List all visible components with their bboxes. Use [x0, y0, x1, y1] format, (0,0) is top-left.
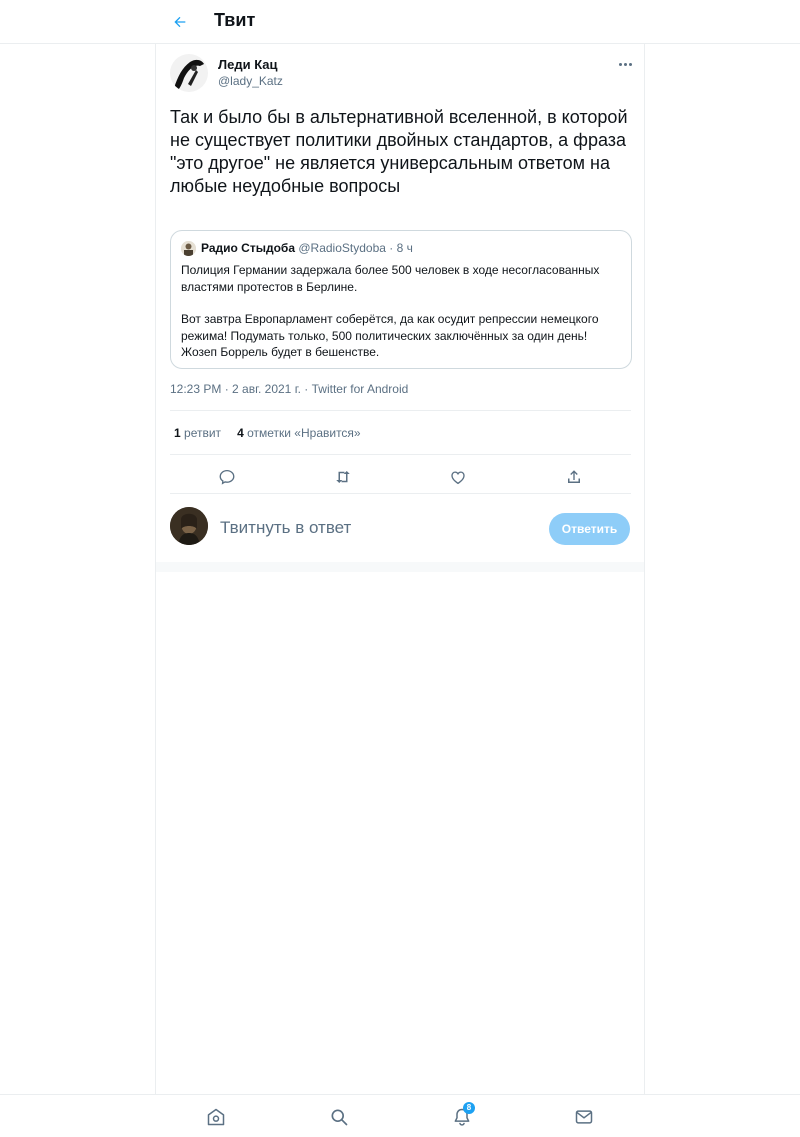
reply-input[interactable] — [220, 514, 520, 542]
divider — [170, 410, 631, 411]
tweet-actions — [170, 460, 631, 494]
reply-composer: Ответить — [156, 494, 644, 562]
back-arrow-icon — [174, 16, 186, 28]
quote-text: Полиция Германии задержала более 500 чел… — [181, 262, 621, 361]
notifications-icon[interactable]: 8 — [449, 1102, 475, 1130]
tweet-text: Так и было бы в альтернативной вселенной… — [170, 107, 628, 196]
tweet-timestamp[interactable]: 12:23 PM · 2 авг. 2021 г. · Twitter for … — [170, 382, 408, 396]
quote-paragraph: Вот завтра Европарламент соберётся, да к… — [181, 312, 599, 359]
notifications-badge: 8 — [463, 1102, 475, 1114]
divider — [170, 454, 631, 455]
retweets-stat[interactable]: 1 ретвит — [174, 426, 221, 440]
top-bar: Твит — [0, 0, 800, 44]
quote-paragraph: Полиция Германии задержала более 500 чел… — [181, 263, 600, 294]
quote-header: Радио Стыдоба @RadioStydoba · 8 ч — [201, 241, 413, 255]
tweet-column: Леди Кац @lady_Katz Так и было бы в альт… — [155, 44, 645, 1094]
author-name[interactable]: Леди Кац — [218, 57, 278, 72]
home-icon[interactable] — [203, 1104, 229, 1130]
back-button[interactable] — [166, 8, 194, 36]
search-icon[interactable] — [326, 1104, 352, 1130]
more-options-icon[interactable] — [614, 56, 636, 72]
reply-button[interactable]: Ответить — [549, 513, 630, 545]
quoted-tweet[interactable]: Радио Стыдоба @RadioStydoba · 8 ч Полици… — [170, 230, 632, 369]
quote-author-handle: @RadioStydoba — [298, 241, 386, 255]
bottom-navigation: 8 — [0, 1094, 800, 1137]
author-handle[interactable]: @lady_Katz — [218, 74, 283, 88]
messages-icon[interactable] — [571, 1104, 597, 1130]
like-icon[interactable] — [445, 464, 471, 490]
tweet-stats: 1 ретвит 4 отметки «Нравится» — [174, 426, 361, 440]
quote-time: · 8 ч — [389, 241, 413, 255]
quote-author-name: Радио Стыдоба — [201, 241, 296, 255]
retweet-icon[interactable] — [330, 464, 356, 490]
page-title: Твит — [214, 10, 256, 30]
likes-count: 4 — [237, 426, 244, 440]
likes-stat[interactable]: 4 отметки «Нравится» — [237, 426, 361, 440]
author-avatar[interactable] — [170, 54, 208, 92]
user-avatar[interactable] — [170, 507, 208, 545]
share-icon[interactable] — [561, 464, 587, 490]
section-separator — [156, 562, 644, 572]
likes-label: отметки «Нравится» — [247, 426, 361, 440]
quote-avatar — [181, 241, 196, 256]
retweets-count: 1 — [174, 426, 181, 440]
reply-icon[interactable] — [214, 464, 240, 490]
retweets-label: ретвит — [184, 426, 222, 440]
